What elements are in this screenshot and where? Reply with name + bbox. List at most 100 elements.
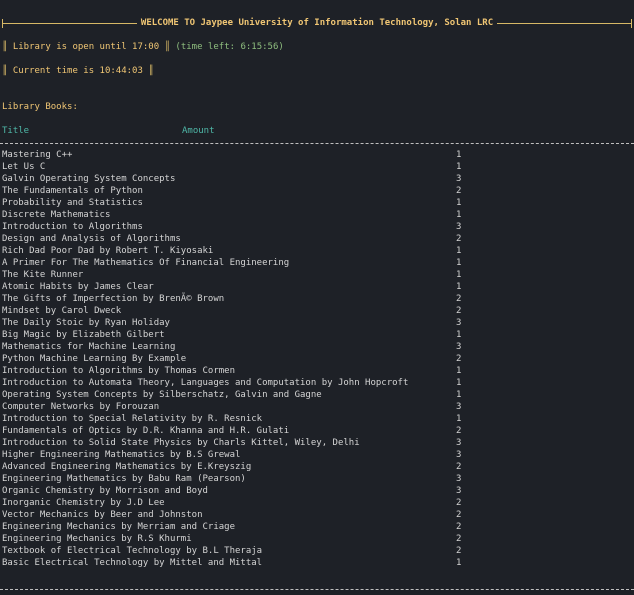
book-row: Textbook of Electrical Technology by B.L… <box>0 545 634 557</box>
time-left-text: (time left: 6:15:56) <box>175 42 284 52</box>
book-title: Mastering C++ <box>2 150 73 160</box>
book-amount: 2 <box>456 510 462 520</box>
book-row: Computer Networks by Forouzan 3 <box>0 401 634 413</box>
book-amount: 2 <box>456 306 462 316</box>
book-row: Introduction to Solid State Physics by C… <box>0 437 634 449</box>
banner-right-rule <box>497 22 632 24</box>
book-amount: 3 <box>456 174 462 184</box>
banner-left-rule <box>3 22 137 24</box>
book-amount: 2 <box>456 522 462 532</box>
book-amount: 1 <box>456 330 462 340</box>
book-amount: 1 <box>456 282 462 292</box>
book-title: Operating System Concepts by Silberschat… <box>2 390 322 400</box>
book-row: Big Magic by Elizabeth Gilbert 1 <box>0 329 634 341</box>
book-amount: 3 <box>456 318 462 328</box>
book-amount: 1 <box>456 414 462 424</box>
book-title: Introduction to Algorithms by Thomas Cor… <box>2 366 235 376</box>
book-row: Introduction to Automata Theory, Languag… <box>0 377 634 389</box>
book-row: Engineering Mechanics by R.S Khurmi 2 <box>0 533 634 545</box>
book-amount: 3 <box>456 402 462 412</box>
book-title: A Primer For The Mathematics Of Financia… <box>2 258 290 268</box>
book-amount: 1 <box>456 390 462 400</box>
book-row: The Fundamentals of Python 2 <box>0 185 634 197</box>
book-title: Introduction to Special Relativity by R.… <box>2 414 263 424</box>
book-title: Engineering Mechanics by R.S Khurmi <box>2 534 192 544</box>
book-row: Design and Analysis of Algorithms 2 <box>0 233 634 245</box>
book-title: Engineering Mathematics by Babu Ram (Pea… <box>2 474 246 484</box>
book-title: Python Machine Learning By Example <box>2 354 187 364</box>
book-title: Atomic Habits by James Clear <box>2 282 154 292</box>
book-amount: 3 <box>456 342 462 352</box>
book-title: Engineering Mechanics by Merriam and Cri… <box>2 522 235 532</box>
book-row: Discrete Mathematics 1 <box>0 209 634 221</box>
book-amount: 1 <box>456 270 462 280</box>
book-row: Introduction to Algorithms by Thomas Cor… <box>0 365 634 377</box>
book-title: Let Us C <box>2 162 46 172</box>
open-status-right-border: ║ <box>159 42 176 52</box>
book-amount: 1 <box>456 558 462 568</box>
book-amount: 1 <box>456 366 462 376</box>
current-time-left-border: ║ <box>2 66 13 76</box>
book-row: Inorganic Chemistry by J.D Lee 2 <box>0 497 634 509</box>
welcome-banner: WELCOME TO Jaypee University of Informat… <box>2 17 633 29</box>
book-title: The Fundamentals of Python <box>2 186 143 196</box>
book-amount: 2 <box>456 234 462 244</box>
book-title: Vector Mechanics by Beer and Johnston <box>2 510 203 520</box>
book-row: A Primer For The Mathematics Of Financia… <box>0 257 634 269</box>
book-row: Mastering C++ 1 <box>0 149 634 161</box>
book-title: Advanced Engineering Mathematics by E.Kr… <box>2 462 252 472</box>
book-amount: 1 <box>456 246 462 256</box>
book-amount: 2 <box>456 354 462 364</box>
book-row: Galvin Operating System Concepts 3 <box>0 173 634 185</box>
book-title: Galvin Operating System Concepts <box>2 174 176 184</box>
book-row: Operating System Concepts by Silberschat… <box>0 389 634 401</box>
book-row: Probability and Statistics 1 <box>0 197 634 209</box>
book-title: Rich Dad Poor Dad by Robert T. Kiyosaki <box>2 246 214 256</box>
book-row: Rich Dad Poor Dad by Robert T. Kiyosaki 1 <box>0 245 634 257</box>
book-amount: 1 <box>456 162 462 172</box>
book-row: The Gifts of Imperfection by BrenÃ© Brow… <box>0 293 634 305</box>
book-amount: 1 <box>456 378 462 388</box>
book-title: Design and Analysis of Algorithms <box>2 234 181 244</box>
book-title: Introduction to Algorithms <box>2 222 143 232</box>
book-row: Fundamentals of Optics by D.R. Khanna an… <box>0 425 634 437</box>
library-books-heading: Library Books: <box>2 102 78 112</box>
book-amount: 2 <box>456 546 462 556</box>
book-amount: 3 <box>456 438 462 448</box>
title-column-header: Title <box>2 126 30 136</box>
book-row: The Daily Stoic by Ryan Holiday 3 <box>0 317 634 329</box>
open-status-text: Library is open until 17:00 <box>12 42 160 52</box>
book-amount: 1 <box>456 210 462 220</box>
book-title: Inorganic Chemistry by J.D Lee <box>2 498 165 508</box>
book-row: Higher Engineering Mathematics by B.S Gr… <box>0 449 634 461</box>
book-row: Engineering Mathematics by Babu Ram (Pea… <box>0 473 634 485</box>
book-row: Introduction to Algorithms 3 <box>0 221 634 233</box>
current-time-text: Current time is 10:44:03 <box>12 66 143 76</box>
book-amount: 2 <box>456 294 462 304</box>
book-row: Mindset by Carol Dweck 2 <box>0 305 634 317</box>
terminal-window: WELCOME TO Jaypee University of Informat… <box>0 0 634 595</box>
banner-right-edge <box>631 18 633 28</box>
book-title: Big Magic by Elizabeth Gilbert <box>2 330 165 340</box>
book-amount: 2 <box>456 186 462 196</box>
book-amount: 2 <box>456 462 462 472</box>
book-row: Mathematics for Machine Learning 3 <box>0 341 634 353</box>
book-title: Organic Chemistry by Morrison and Boyd <box>2 486 208 496</box>
book-amount: 3 <box>456 222 462 232</box>
book-title: Higher Engineering Mathematics by B.S Gr… <box>2 450 241 460</box>
book-amount: 3 <box>456 474 462 484</box>
book-amount: 3 <box>456 486 462 496</box>
open-status-left-border: ║ <box>2 42 13 52</box>
book-row: Engineering Mechanics by Merriam and Cri… <box>0 521 634 533</box>
book-row: Vector Mechanics by Beer and Johnston 2 <box>0 509 634 521</box>
book-amount: 2 <box>456 534 462 544</box>
book-amount: 1 <box>456 198 462 208</box>
book-amount: 2 <box>456 498 462 508</box>
current-time-status: ║ Current time is 10:44:03 ║ <box>2 65 154 77</box>
book-row: Advanced Engineering Mathematics by E.Kr… <box>0 461 634 473</box>
book-title: Fundamentals of Optics by D.R. Khanna an… <box>2 426 290 436</box>
book-list: Mastering C++ 1 Let Us C 1 Galvin Operating … <box>0 149 634 569</box>
book-amount: 3 <box>456 450 462 460</box>
book-row: The Kite Runner 1 <box>0 269 634 281</box>
banner-title: WELCOME TO Jaypee University of Informat… <box>140 18 494 28</box>
